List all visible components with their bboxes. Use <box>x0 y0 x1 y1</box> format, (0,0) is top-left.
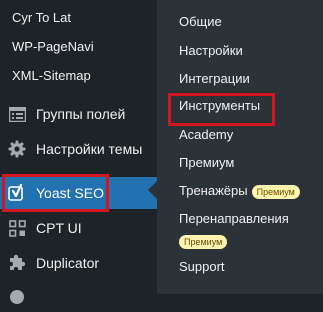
premium-badge: Премиум <box>179 234 228 249</box>
sidebar-item-yoast-seo[interactable]: Yoast SEO <box>0 177 157 209</box>
gear-icon <box>8 140 26 158</box>
submenu-item-support[interactable]: Support <box>179 256 225 278</box>
sidebar-link-cyr-to-lat[interactable]: Cyr To Lat <box>12 8 71 28</box>
sidebar-item-duplicator[interactable]: Duplicator <box>0 248 157 278</box>
submenu-item-label: Тренажёры <box>179 183 248 198</box>
submenu-item-redirects-badge-row: Премиум <box>179 230 228 252</box>
submenu-item-workouts[interactable]: Тренажёры Премиум <box>179 180 300 202</box>
sidebar-item-label: CPT UI <box>36 220 82 236</box>
sidebar-item-cpt-ui[interactable]: CPT UI <box>0 213 157 243</box>
submenu-item-tools[interactable]: Инструменты <box>179 95 260 117</box>
submenu-item-settings[interactable]: Настройки <box>179 40 243 62</box>
grid-icon <box>8 219 26 237</box>
submenu-item-premium[interactable]: Премиум <box>179 152 234 174</box>
submenu-item-redirects[interactable]: Перенаправления <box>179 208 289 230</box>
submenu-item-general[interactable]: Общие <box>179 11 222 33</box>
submenu-pointer <box>148 181 157 199</box>
sidebar-item-label: Yoast SEO <box>36 185 104 201</box>
yoast-submenu: Общие Настройки Интеграции Инструменты A… <box>157 0 323 294</box>
table-icon <box>8 105 26 123</box>
sidebar-item-field-groups[interactable]: Группы полей <box>0 99 157 129</box>
admin-sidebar: Cyr To Lat WP-PageNavi XML-Sitemap Групп… <box>0 0 157 304</box>
submenu-item-academy[interactable]: Academy <box>179 124 233 146</box>
sidebar-item-label: Настройки темы <box>36 141 143 157</box>
sidebar-link-xml-sitemap[interactable]: XML-Sitemap <box>12 66 91 86</box>
puzzle-icon <box>8 254 26 272</box>
submenu-item-integrations[interactable]: Интеграции <box>179 68 250 90</box>
premium-badge: Премиум <box>251 184 300 199</box>
sidebar-item-label: Duplicator <box>36 255 100 271</box>
sidebar-item-label: Группы полей <box>36 106 126 122</box>
yoast-icon <box>8 184 26 202</box>
sidebar-item-partial <box>0 282 157 312</box>
sidebar-item-theme-settings[interactable]: Настройки темы <box>0 134 157 164</box>
sidebar-link-wp-pagenavi[interactable]: WP-PageNavi <box>12 37 94 57</box>
circle-icon <box>8 288 26 306</box>
